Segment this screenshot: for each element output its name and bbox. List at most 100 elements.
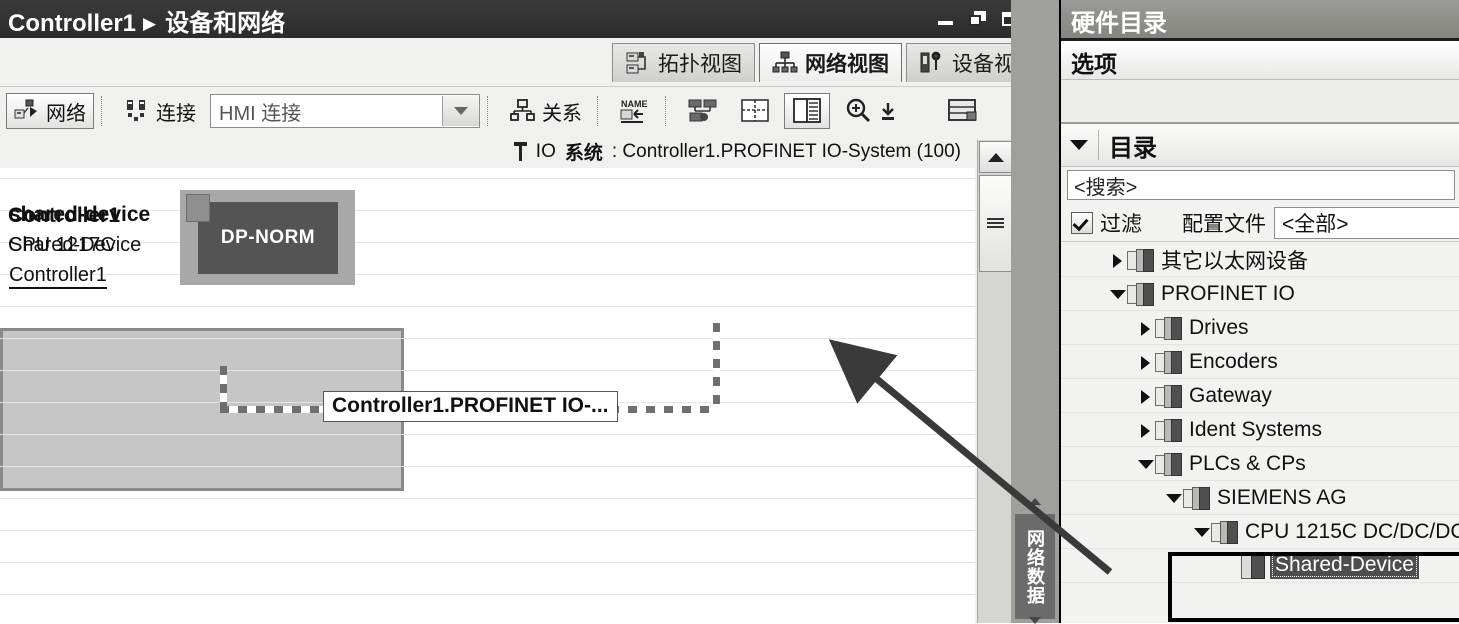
breadcrumb-root[interactable]: Controller1 [8, 10, 136, 37]
chevron-right-icon[interactable] [1135, 386, 1155, 406]
connection-type-value: HMI 连接 [219, 102, 302, 125]
tree-row-label: Encoders [1189, 349, 1278, 373]
chevron-down-icon[interactable] [1107, 284, 1127, 304]
chevron-right-icon[interactable] [1135, 352, 1155, 372]
catalog-title: 硬件目录 [1071, 10, 1167, 37]
search-input[interactable]: <搜索> [1067, 170, 1455, 200]
selection-highlight-rect [1168, 552, 1459, 622]
network-overview-button[interactable] [680, 93, 726, 129]
tab-topology-view[interactable]: 拓扑视图 [612, 43, 755, 82]
catalog-section-header[interactable]: 目录 [1061, 124, 1459, 167]
relation-label: 关系 [542, 102, 582, 125]
breadcrumb: Controller1 ▶ 设备和网络 [8, 3, 285, 38]
split-view-icon [793, 98, 821, 123]
connection-icon [127, 100, 145, 121]
tree-row[interactable]: CPU 1215C DC/DC/DC [1061, 515, 1459, 549]
tree-row[interactable]: Drives [1061, 311, 1459, 345]
restore-icon[interactable] [969, 10, 987, 28]
tree-row-label: Gateway [1189, 383, 1272, 407]
catalog-options-label: 选项 [1071, 51, 1117, 77]
relation-button[interactable]: 关系 [502, 93, 590, 129]
tree-row[interactable]: 其它以太网设备 [1061, 243, 1459, 277]
scroll-thumb[interactable] [979, 175, 1012, 272]
zoom-button[interactable] [836, 93, 904, 129]
connection-type-combo[interactable]: HMI 连接 [210, 94, 480, 128]
window-titlebar: Controller1 ▶ 设备和网络 [0, 0, 1059, 38]
network-label[interactable]: Controller1.PROFINET IO-... [323, 391, 618, 422]
name-display-button[interactable]: NAME [612, 93, 658, 129]
io-system-strong: 系统 [564, 143, 603, 164]
network-icon [14, 99, 37, 119]
canvas-vertical-scrollbar[interactable] [977, 140, 1012, 623]
chevron-down-icon[interactable] [1191, 522, 1211, 542]
folder-icon [1155, 316, 1183, 340]
filter-label: 过滤 [1100, 213, 1142, 236]
tree-row[interactable]: Ident Systems [1061, 413, 1459, 447]
device2-name: shared-device [9, 203, 151, 226]
connection-mode-label: 连接 [156, 102, 196, 125]
catalog-titlebar: 硬件目录 [1061, 0, 1459, 41]
chevron-down-icon[interactable] [1070, 140, 1088, 150]
catalog-options-body [1061, 80, 1459, 124]
dock-tab-label: 网络数据 [1025, 528, 1045, 605]
grid-icon [741, 99, 769, 122]
view-tabs: 拓扑视图 网络视图 设备视图 [608, 43, 1049, 82]
dock-scroll-up-icon[interactable] [1029, 498, 1041, 505]
device2-type: Shared-Device [9, 234, 142, 256]
topology-view-icon [626, 52, 646, 74]
profile-combo[interactable]: <全部> [1274, 207, 1459, 239]
relations-icon [510, 99, 535, 121]
toolbar-divider-4 [665, 96, 667, 126]
tree-row[interactable]: PLCs & CPs [1061, 447, 1459, 481]
network-mode-button[interactable]: 网络 [6, 93, 94, 129]
folder-icon [1127, 248, 1155, 272]
wire-left-vertical [220, 366, 227, 411]
scroll-up-icon[interactable] [979, 141, 1012, 173]
tree-row[interactable]: Gateway [1061, 379, 1459, 413]
view-tab-strip: 拓扑视图 网络视图 设备视图 [0, 38, 1059, 86]
device-view-icon [920, 51, 941, 73]
device-network-editor: Controller1 ▶ 设备和网络 拓扑视图 网络视图 设备视图 网络 连接… [0, 0, 1059, 624]
tree-row-label: Drives [1189, 315, 1249, 339]
tab-network-view-label: 网络视图 [805, 53, 889, 76]
grid-toggle-button[interactable] [732, 93, 778, 129]
right-dock-strip: 网络数据 [1011, 0, 1059, 624]
chevron-down-icon[interactable] [1135, 454, 1155, 474]
page-tools-button[interactable] [939, 93, 987, 129]
chevron-right-icon[interactable] [1135, 318, 1155, 338]
tree-row-label: 其它以太网设备 [1161, 249, 1308, 273]
profile-label: 配置文件 [1182, 213, 1266, 236]
toolbar-divider-3 [597, 96, 599, 126]
svg-text:NAME: NAME [621, 99, 648, 109]
breadcrumb-leaf[interactable]: 设备和网络 [165, 10, 285, 37]
tree-row[interactable]: SIEMENS AG [1061, 481, 1459, 515]
filter-checkbox[interactable] [1071, 212, 1093, 234]
chevron-down-icon[interactable] [1163, 488, 1183, 508]
catalog-search-row: <搜索> [1061, 167, 1459, 203]
connection-mode-button[interactable]: 连接 [116, 93, 204, 129]
dock-tab-network-data[interactable]: 网络数据 [1015, 514, 1055, 619]
chevron-right-icon[interactable] [1135, 420, 1155, 440]
tree-row[interactable]: Encoders [1061, 345, 1459, 379]
chevron-down-icon[interactable] [442, 96, 479, 126]
folder-icon [1183, 486, 1211, 510]
hardware-catalog-panel: 硬件目录 选项 目录 <搜索> 过滤 配置文件 <全部> 其它以太网设备 PROF… [1059, 0, 1459, 623]
catalog-options-header[interactable]: 选项 [1061, 41, 1459, 80]
zoom-dropdown-icon[interactable] [880, 100, 896, 122]
network-canvas[interactable]: Controller1.PROFINET IO-... Controller1 … [0, 168, 975, 623]
tia-portal-screenshot: Controller1 ▶ 设备和网络 拓扑视图 网络视图 设备视图 网络 连接… [0, 0, 1459, 624]
tab-network-view[interactable]: 网络视图 [759, 43, 902, 82]
io-system-label[interactable]: IO 系统: Controller1.PROFINET IO-System (1… [513, 138, 961, 165]
wire-right-vertical [713, 323, 720, 413]
minimize-icon[interactable] [937, 10, 955, 28]
device2-port-tab[interactable] [186, 194, 210, 222]
tree-row[interactable]: PROFINET IO [1061, 277, 1459, 311]
folder-icon [1155, 350, 1183, 374]
folder-icon [1155, 452, 1183, 476]
chevron-right-icon[interactable] [1107, 250, 1127, 270]
device2-assigned-controller[interactable]: Controller1 [9, 264, 107, 289]
pin-icon[interactable] [513, 142, 527, 161]
split-view-button[interactable] [784, 93, 830, 129]
tree-row-label: CPU 1215C DC/DC/DC [1245, 519, 1459, 543]
folder-icon [1155, 384, 1183, 408]
